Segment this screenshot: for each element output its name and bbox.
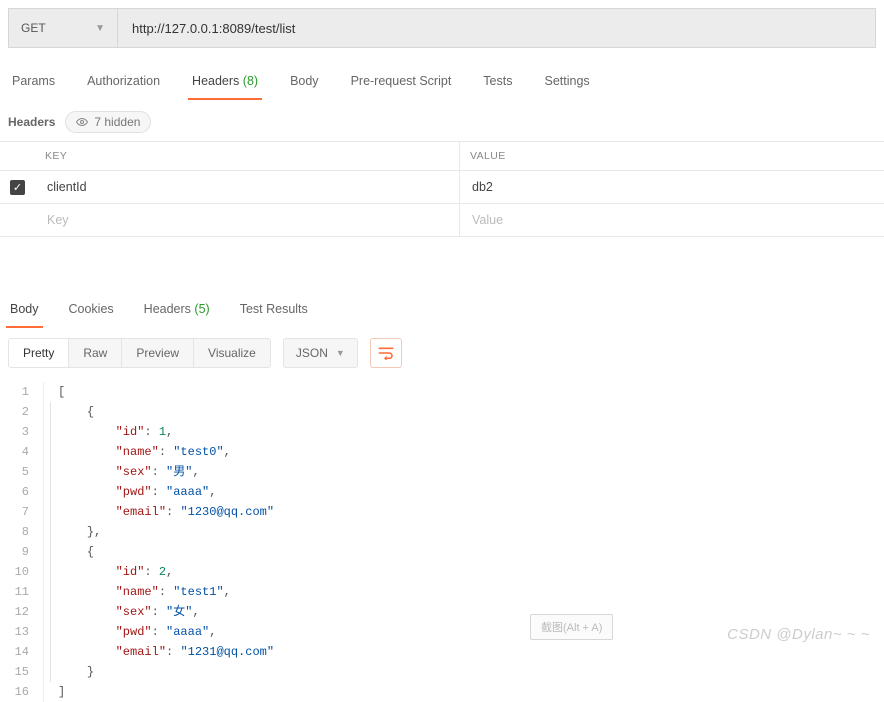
screenshot-tooltip: 截图(Alt + A)	[530, 614, 613, 640]
tab-response-body[interactable]: Body	[6, 296, 43, 328]
tab-tests[interactable]: Tests	[479, 68, 516, 100]
tab-authorization[interactable]: Authorization	[83, 68, 164, 100]
url-input[interactable]	[118, 8, 876, 48]
checkbox-checked-icon[interactable]: ✓	[10, 180, 25, 195]
http-method-label: GET	[21, 21, 46, 35]
tab-settings[interactable]: Settings	[540, 68, 593, 100]
header-value-input[interactable]	[470, 212, 874, 228]
wrap-lines-button[interactable]	[370, 338, 402, 368]
table-row[interactable]	[0, 204, 884, 237]
tab-response-headers[interactable]: Headers (5)	[140, 296, 214, 328]
watermark: CSDN @Dylan~ ~ ~	[727, 626, 870, 643]
view-mode-group: Pretty Raw Preview Visualize	[8, 338, 271, 368]
response-lang-select[interactable]: JSON ▼	[283, 338, 358, 368]
view-visualize-button[interactable]: Visualize	[194, 339, 270, 367]
view-pretty-button[interactable]: Pretty	[9, 339, 69, 367]
hidden-headers-toggle[interactable]: 7 hidden	[65, 111, 151, 133]
eye-icon	[76, 116, 88, 128]
request-tabs: Params Authorization Headers (8) Body Pr…	[0, 56, 884, 101]
header-value-input[interactable]	[470, 179, 874, 195]
tab-test-results[interactable]: Test Results	[236, 296, 312, 328]
response-tabs: Body Cookies Headers (5) Test Results	[0, 291, 884, 328]
chevron-down-icon: ▼	[336, 348, 345, 358]
headers-title: Headers	[8, 115, 55, 129]
table-row[interactable]: ✓	[0, 171, 884, 204]
header-key-input[interactable]	[45, 179, 449, 195]
response-code-area[interactable]: 1[2 {3 "id": 1,4 "name": "test0",5 "sex"…	[0, 378, 884, 702]
tab-body[interactable]: Body	[286, 68, 323, 100]
view-raw-button[interactable]: Raw	[69, 339, 122, 367]
http-method-select[interactable]: GET ▼	[8, 8, 118, 48]
header-key-input[interactable]	[45, 212, 449, 228]
tab-prerequest[interactable]: Pre-request Script	[347, 68, 456, 100]
view-preview-button[interactable]: Preview	[122, 339, 194, 367]
chevron-down-icon: ▼	[95, 23, 105, 34]
tab-headers[interactable]: Headers (8)	[188, 68, 262, 100]
col-value: VALUE	[460, 142, 884, 171]
tab-response-cookies[interactable]: Cookies	[65, 296, 118, 328]
headers-table: KEY VALUE ✓	[0, 141, 884, 237]
col-key: KEY	[35, 142, 460, 171]
wrap-icon	[378, 346, 394, 360]
tab-params[interactable]: Params	[8, 68, 59, 100]
